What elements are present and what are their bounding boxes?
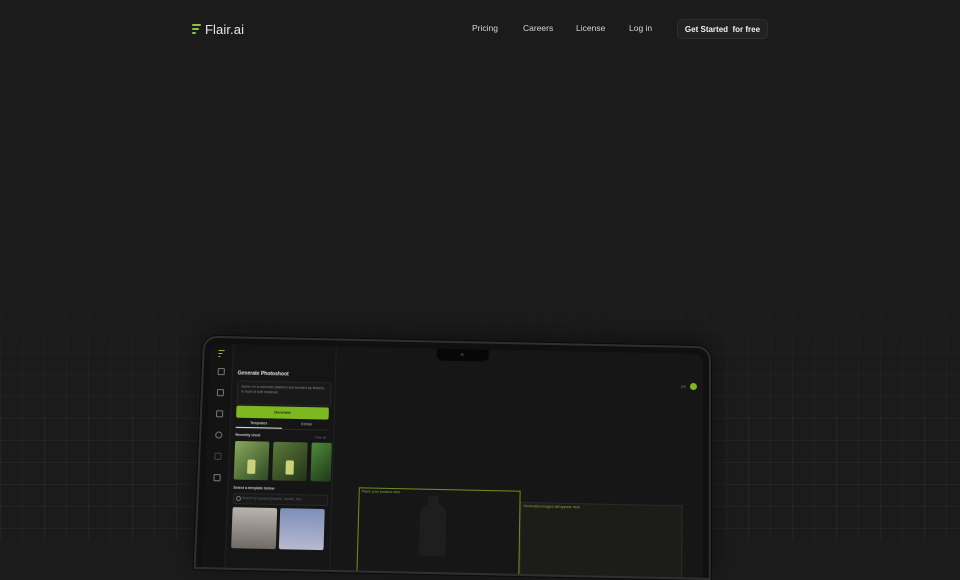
top-navigation: Flair.ai Pricing Careers License Log in … <box>0 0 960 58</box>
sidebar-item-store[interactable] <box>205 474 228 484</box>
generate-button[interactable]: Generate <box>236 406 329 420</box>
active-tab-indicator <box>236 427 282 429</box>
more-icon <box>214 453 221 460</box>
product-drop-zone[interactable]: Place your product here <box>356 487 520 575</box>
prompt-text: Some on a concrete platform surrounded b… <box>241 385 328 396</box>
template-card[interactable] <box>279 508 325 550</box>
recent-template-thumbnail[interactable] <box>272 442 308 481</box>
nav-link-pricing[interactable]: Pricing <box>472 23 498 33</box>
recent-template-thumbnail[interactable] <box>310 443 331 482</box>
flair-logo-icon <box>218 350 224 357</box>
grid-icon <box>215 410 222 417</box>
tab-templates[interactable]: Templates <box>250 421 268 425</box>
laptop-mockup: Generate Photoshoot Some on a concrete p… <box>194 336 711 580</box>
panel-tabs: Templates Extras <box>236 420 329 431</box>
logo[interactable]: Flair.ai <box>192 20 244 38</box>
folder-icon <box>217 368 224 375</box>
generated-images-label: Generated images will appear here <box>523 504 580 509</box>
avatar[interactable] <box>690 383 697 390</box>
search-icon <box>236 496 241 501</box>
nav-link-login[interactable]: Log in <box>629 23 652 33</box>
canvas-area: 2/4 Place your product here Generated im… <box>330 346 703 577</box>
nav-link-careers[interactable]: Careers <box>523 23 553 33</box>
nav-link-license[interactable]: License <box>576 23 605 33</box>
bag-icon <box>213 474 220 481</box>
sidebar-item-generate[interactable] <box>209 389 231 399</box>
recently-used-label: Recently Used <box>235 433 260 438</box>
sidebar-item-models[interactable] <box>207 431 230 441</box>
tab-extras[interactable]: Extras <box>301 422 312 426</box>
select-template-label: Select a template below <box>233 486 274 491</box>
flair-logo-icon <box>192 23 201 35</box>
generate-panel: Generate Photoshoot Some on a concrete p… <box>227 344 337 570</box>
sidebar-item-assets[interactable] <box>210 368 232 377</box>
sidebar-item-templates[interactable] <box>208 410 230 420</box>
recent-template-thumbnail[interactable] <box>234 441 270 480</box>
product-drop-label: Place your product here <box>362 489 401 494</box>
panel-title: Generate Photoshoot <box>238 370 289 377</box>
app-screen: Generate Photoshoot Some on a concrete p… <box>202 344 703 578</box>
prompt-input[interactable]: Some on a concrete platform surrounded b… <box>237 380 332 406</box>
top-right-controls: 2/4 <box>681 383 697 390</box>
template-search-input[interactable]: Search by keyword (flowers, 'sunset', et… <box>233 493 328 506</box>
search-placeholder: Search by keyword (flowers, 'sunset', et… <box>242 496 301 501</box>
person-icon <box>215 431 222 438</box>
sidebar-item-more[interactable] <box>206 453 229 463</box>
template-card[interactable] <box>231 507 277 549</box>
generate-label: Generate <box>274 410 291 414</box>
view-all-link[interactable]: View all <box>315 436 326 440</box>
product-placeholder-bottle <box>419 504 447 556</box>
get-started-label: Get Started for free <box>685 25 760 34</box>
get-started-button[interactable]: Get Started for free <box>677 19 768 39</box>
logo-text: Flair.ai <box>205 22 244 37</box>
credits-indicator: 2/4 <box>681 384 686 388</box>
image-icon <box>216 389 223 396</box>
